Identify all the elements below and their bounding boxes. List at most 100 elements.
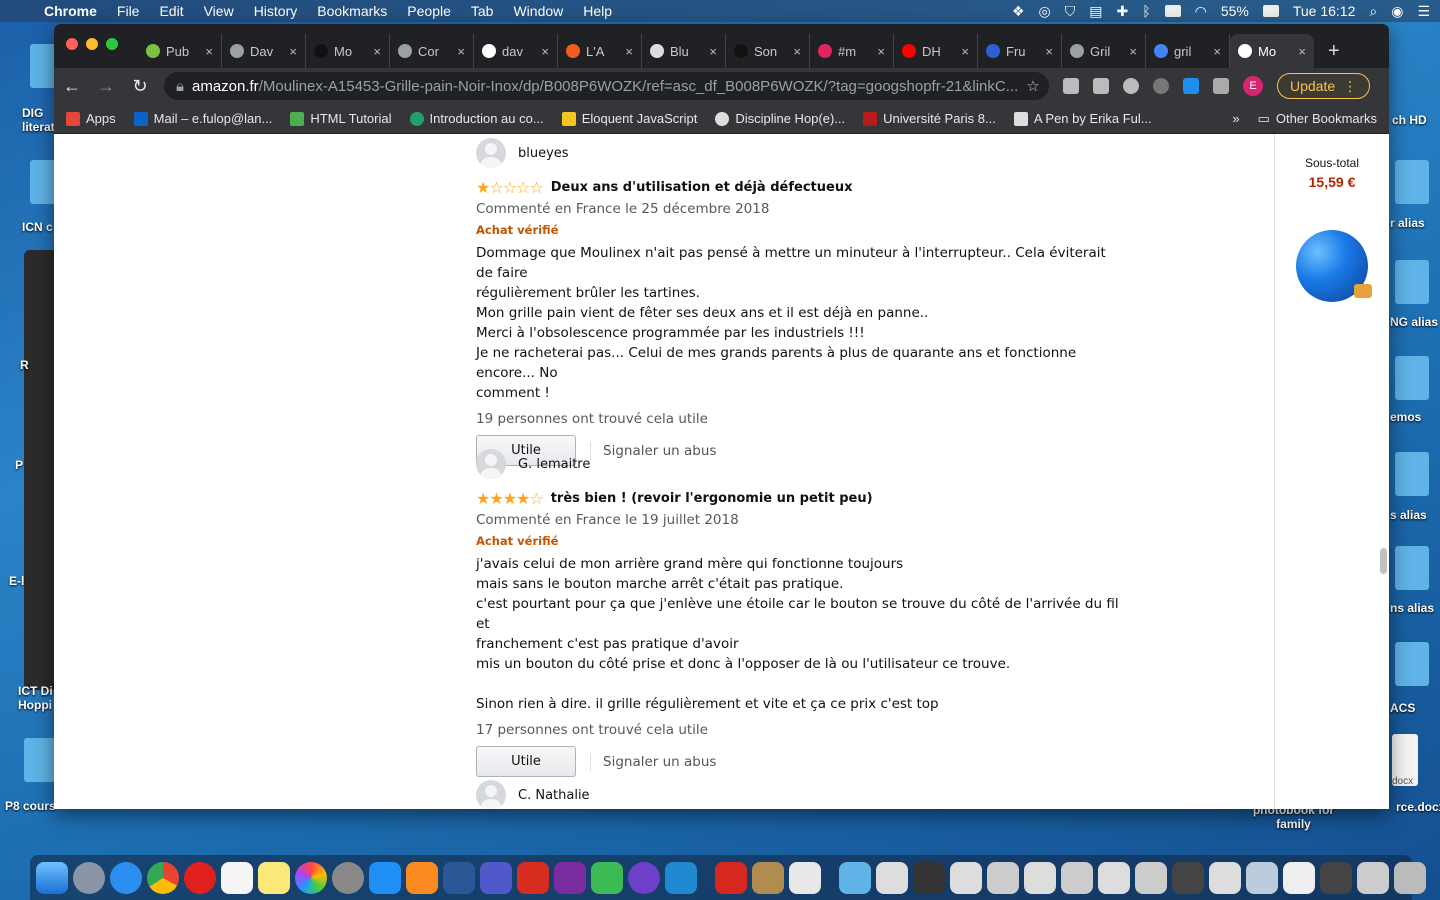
tab-close-icon[interactable]: ×: [1298, 44, 1306, 59]
desktop-file-icon[interactable]: [24, 738, 58, 782]
window-thumbnail-icon[interactable]: [1135, 861, 1167, 894]
helpful-button[interactable]: Utile: [476, 746, 576, 777]
tab[interactable]: Fru ×: [978, 34, 1062, 68]
dropbox-icon[interactable]: ❖: [1012, 3, 1025, 20]
tab[interactable]: Pub ×: [138, 34, 222, 68]
extension-d-icon[interactable]: [1183, 78, 1199, 94]
siri-icon[interactable]: ◉: [1391, 3, 1403, 20]
bookmark-html-tutorial[interactable]: HTML Tutorial: [290, 111, 392, 126]
calendar-icon[interactable]: [221, 861, 253, 894]
menu-view[interactable]: View: [204, 3, 234, 19]
desktop-file-icon[interactable]: [1395, 452, 1429, 496]
window-thumbnail-icon[interactable]: [1209, 861, 1241, 894]
tab[interactable]: Gril ×: [1062, 34, 1146, 68]
menu-help[interactable]: Help: [583, 3, 612, 19]
creative-cloud-icon[interactable]: ◎: [1039, 3, 1051, 20]
word-icon[interactable]: [443, 861, 475, 894]
tab[interactable]: #m ×: [810, 34, 894, 68]
desktop-file-icon[interactable]: [1395, 546, 1429, 590]
tab[interactable]: L'A ×: [558, 34, 642, 68]
bookmark-mail[interactable]: Mail – e.fulop@lan...: [133, 111, 272, 126]
extension-doc-icon[interactable]: [1063, 78, 1079, 94]
extension-w-icon[interactable]: [1123, 78, 1139, 94]
keyboard-icon[interactable]: [1164, 5, 1181, 17]
desktop-file-icon[interactable]: [1395, 356, 1429, 400]
tab-close-icon[interactable]: ×: [373, 44, 381, 59]
books-icon[interactable]: [406, 861, 438, 894]
tab-close-icon[interactable]: ×: [877, 44, 885, 59]
desktop-file-icon[interactable]: [1395, 260, 1429, 304]
clock[interactable]: Tue 16:12: [1293, 3, 1356, 19]
shield-icon[interactable]: ⛉: [1065, 3, 1076, 20]
uk-flag-icon[interactable]: ✚: [1116, 3, 1128, 20]
tab[interactable]: Dav ×: [222, 34, 306, 68]
vscode-icon[interactable]: [665, 861, 697, 894]
forward-button[interactable]: →: [96, 76, 116, 97]
star-rating[interactable]: ★★★★☆: [476, 489, 544, 508]
window-thumbnail-icon[interactable]: [1320, 861, 1352, 894]
zoom-window-button[interactable]: [106, 38, 118, 50]
reviewer-name[interactable]: C. Nathalie: [518, 788, 590, 803]
bookmark-paris8[interactable]: Université Paris 8...: [863, 111, 996, 126]
menu-app-chrome[interactable]: Chrome: [44, 3, 97, 19]
menu-history[interactable]: History: [254, 3, 298, 19]
battery-icon[interactable]: [1262, 5, 1279, 17]
tab-close-icon[interactable]: ×: [961, 44, 969, 59]
notification-center-icon[interactable]: ☰: [1417, 3, 1430, 20]
window-thumbnail-icon[interactable]: [1283, 861, 1315, 894]
menu-tab[interactable]: Tab: [471, 3, 494, 19]
acrobat-icon[interactable]: [715, 861, 747, 894]
bookmark-apps[interactable]: Apps: [66, 111, 116, 126]
tab[interactable]: Cor ×: [390, 34, 474, 68]
window-thumbnail-icon[interactable]: [1172, 861, 1204, 894]
window-thumbnail-icon[interactable]: [987, 861, 1019, 894]
window-thumbnail-icon[interactable]: [1098, 861, 1130, 894]
desktop-file-icon[interactable]: [1395, 160, 1429, 204]
finder-icon[interactable]: [36, 861, 68, 894]
scrollbar-thumb[interactable]: [1380, 548, 1387, 574]
reviewer-name[interactable]: blueyes: [518, 146, 569, 161]
tab-close-icon[interactable]: ×: [205, 44, 213, 59]
gym-ball-product-image[interactable]: [1296, 230, 1372, 302]
desktop-file-icon[interactable]: [1395, 642, 1429, 686]
bookmark-discipline[interactable]: Discipline Hop(e)...: [715, 111, 845, 126]
menu-file[interactable]: File: [117, 3, 140, 19]
bookmark-codepen[interactable]: A Pen by Erika Ful...: [1013, 111, 1152, 126]
update-button[interactable]: Update ⋮: [1277, 73, 1371, 99]
review-title[interactable]: très bien ! (revoir l'ergonomie un petit…: [551, 491, 873, 506]
notes-icon[interactable]: [258, 861, 290, 894]
tab[interactable]: DH ×: [894, 34, 978, 68]
trash-icon[interactable]: [1394, 861, 1426, 894]
wifi-icon[interactable]: ◠: [1195, 3, 1207, 20]
close-window-button[interactable]: [66, 38, 78, 50]
bookmarks-overflow-chevron[interactable]: »: [1232, 111, 1239, 126]
window-thumbnail-icon[interactable]: [913, 861, 945, 894]
teams-icon[interactable]: [480, 861, 512, 894]
bookmark-eloquent-js[interactable]: Eloquent JavaScript: [561, 111, 697, 126]
launchpad-icon[interactable]: [73, 861, 105, 894]
window-thumbnail-icon[interactable]: [950, 861, 982, 894]
tab[interactable]: Blu ×: [642, 34, 726, 68]
tab-close-icon[interactable]: ×: [1213, 44, 1221, 59]
star-rating[interactable]: ★☆☆☆☆: [476, 178, 544, 197]
zotero-icon[interactable]: [517, 861, 549, 894]
review-title[interactable]: Deux ans d'utilisation et déjà défectueu…: [551, 180, 853, 195]
tab-close-icon[interactable]: ×: [709, 44, 717, 59]
downloads-folder-icon[interactable]: [839, 861, 871, 894]
spotlight-search-icon[interactable]: ⌕: [1369, 3, 1377, 20]
tab[interactable]: Son ×: [726, 34, 810, 68]
back-button[interactable]: ←: [62, 76, 82, 97]
window-thumbnail-icon[interactable]: [1024, 861, 1056, 894]
bluetooth-icon[interactable]: ᛒ: [1142, 3, 1150, 19]
bookmark-star-icon[interactable]: ☆: [1026, 77, 1039, 95]
menu-window[interactable]: Window: [513, 3, 563, 19]
tab-close-icon[interactable]: ×: [289, 44, 297, 59]
kindle-icon[interactable]: [789, 861, 821, 894]
extensions-puzzle-icon[interactable]: [1213, 78, 1229, 94]
opera-icon[interactable]: [184, 861, 216, 894]
new-tab-button[interactable]: +: [1328, 34, 1340, 68]
tab[interactable]: dav ×: [474, 34, 558, 68]
recycle-app-icon[interactable]: [591, 861, 623, 894]
tab-active[interactable]: Mo ×: [1230, 34, 1314, 68]
bookmark-introduction[interactable]: Introduction au co...: [409, 111, 544, 126]
